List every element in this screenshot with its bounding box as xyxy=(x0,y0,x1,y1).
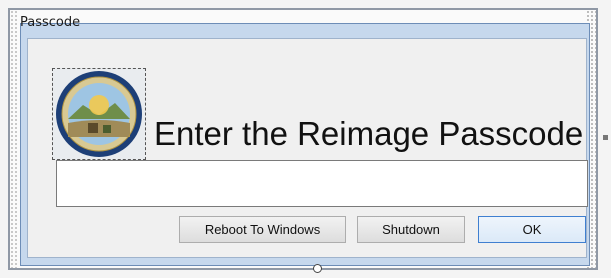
shutdown-button[interactable]: Shutdown xyxy=(357,216,465,243)
logo-picturebox xyxy=(52,68,146,160)
reboot-to-windows-button[interactable]: Reboot To Windows xyxy=(179,216,346,243)
passcode-input[interactable] xyxy=(56,160,588,207)
resize-handle-right[interactable] xyxy=(603,135,608,140)
resize-handle-bottom[interactable] xyxy=(313,264,322,273)
dialog-title: Passcode xyxy=(20,15,81,30)
state-seal-icon xyxy=(56,71,142,157)
ok-button[interactable]: OK xyxy=(478,216,586,243)
passcode-heading: Enter the Reimage Passcode xyxy=(154,115,584,152)
designer-grid-left xyxy=(10,10,18,268)
